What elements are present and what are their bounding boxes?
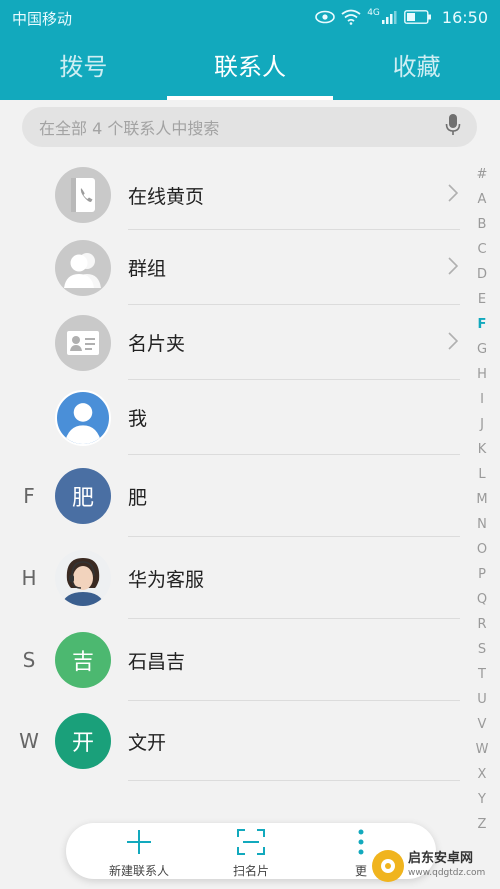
- index-letter[interactable]: R: [477, 612, 486, 637]
- signal-icon: [381, 10, 398, 24]
- plus-icon: [127, 830, 151, 854]
- avatar-initial: 开: [71, 731, 94, 756]
- index-letter[interactable]: B: [478, 212, 487, 237]
- chevron-right-icon: [448, 331, 459, 354]
- index-letter[interactable]: I: [480, 387, 484, 412]
- carrier-label: 中国移动: [12, 10, 73, 28]
- yellow-pages-icon: [55, 167, 111, 223]
- divider: [128, 780, 460, 781]
- index-letter[interactable]: Z: [478, 812, 487, 837]
- section-letter: W: [19, 729, 39, 753]
- list-item-contact[interactable]: H 华为客服: [0, 537, 470, 619]
- tab-contacts[interactable]: 联系人: [166, 40, 334, 100]
- watermark: 启东安卓网 www.qdgtdz.com: [372, 848, 496, 884]
- index-letter[interactable]: H: [477, 362, 487, 387]
- new-contact-label: 新建联系人: [108, 864, 169, 878]
- avatar-initial: 吉: [71, 650, 94, 675]
- more-vert-icon: [358, 829, 364, 855]
- contact-avatar: 吉: [55, 632, 111, 688]
- contact-name: 在线黄页: [128, 185, 205, 208]
- group-icon: [55, 240, 111, 296]
- tab-bar: 拨号 联系人 收藏: [0, 40, 500, 100]
- index-letter[interactable]: C: [477, 237, 486, 262]
- index-letter[interactable]: S: [478, 637, 486, 662]
- chevron-right-icon: [448, 256, 459, 279]
- watermark-logo-icon: [372, 850, 404, 882]
- network-badge: 4G: [367, 8, 380, 18]
- chevron-right-icon: [448, 184, 459, 206]
- contact-name: 群组: [128, 258, 167, 280]
- contact-name: 文开: [128, 731, 167, 754]
- index-letter[interactable]: Q: [477, 587, 487, 612]
- avatar-initial: 肥: [71, 486, 94, 511]
- scan-card-button[interactable]: 扫名片: [206, 829, 296, 879]
- index-letter[interactable]: V: [478, 712, 487, 737]
- clock: 16:50: [441, 7, 488, 27]
- contact-name: 石昌吉: [128, 650, 186, 673]
- mic-icon[interactable]: [445, 113, 461, 141]
- index-letter[interactable]: M: [476, 487, 487, 512]
- new-contact-button[interactable]: 新建联系人: [94, 829, 184, 879]
- list-item-contact[interactable]: S 吉 石昌吉: [0, 619, 470, 701]
- index-letter[interactable]: L: [478, 462, 485, 487]
- index-letter[interactable]: X: [478, 762, 487, 787]
- wifi-icon: [341, 9, 361, 25]
- index-letter[interactable]: Y: [478, 787, 486, 812]
- agent-photo-icon: [55, 550, 111, 606]
- business-card-icon: [55, 315, 111, 371]
- contact-name: 名片夹: [128, 333, 186, 355]
- index-letter[interactable]: T: [478, 662, 486, 687]
- index-letter[interactable]: A: [478, 187, 487, 212]
- eye-icon: [315, 10, 335, 24]
- app-header: 中国移动 4G 16:50 拨号 联系人 收藏: [0, 0, 500, 100]
- list-item-contact[interactable]: F 肥 肥: [0, 455, 470, 537]
- search-bar[interactable]: 在全部 4 个联系人中搜索: [22, 107, 477, 147]
- index-letter[interactable]: P: [478, 562, 486, 587]
- watermark-url: www.qdgtdz.com: [408, 868, 486, 878]
- index-letter[interactable]: E: [478, 287, 486, 312]
- contact-avatar: 肥: [55, 468, 111, 524]
- watermark-title: 启东安卓网: [408, 851, 474, 866]
- profile-icon: [55, 390, 111, 446]
- index-letter[interactable]: J: [480, 412, 484, 437]
- contact-name: 我: [128, 408, 148, 430]
- contact-avatar: 开: [55, 713, 111, 769]
- status-icons: 4G 16:50: [315, 6, 488, 28]
- index-letter[interactable]: G: [477, 337, 487, 362]
- section-letter: H: [21, 566, 37, 590]
- alphabet-index[interactable]: # A B C D E F G H I J K L M N O P Q R S T U V W X Y Z: [474, 162, 490, 837]
- list-item-me[interactable]: 我: [0, 380, 470, 455]
- list-item-contact[interactable]: W 开 文开: [0, 701, 470, 781]
- index-letter[interactable]: N: [477, 512, 487, 537]
- scan-card-label: 扫名片: [232, 864, 269, 878]
- section-letter: F: [23, 484, 35, 508]
- list-item-groups[interactable]: 群组: [0, 230, 470, 305]
- contact-name: 肥: [128, 486, 148, 509]
- list-item-business-cards[interactable]: 名片夹: [0, 305, 470, 380]
- index-letter[interactable]: D: [477, 262, 487, 287]
- search-input[interactable]: 在全部 4 个联系人中搜索: [39, 115, 445, 139]
- battery-icon: [403, 10, 432, 24]
- index-letter[interactable]: F: [478, 312, 487, 337]
- index-letter[interactable]: W: [476, 737, 489, 762]
- status-bar: 中国移动 4G 16:50: [0, 0, 500, 34]
- watermark-text: 启东安卓网 www.qdgtdz.com: [408, 852, 485, 880]
- tab-favorites[interactable]: 收藏: [333, 40, 500, 100]
- scan-icon: [237, 829, 265, 855]
- contact-name: 华为客服: [128, 568, 205, 591]
- index-letter[interactable]: K: [478, 437, 487, 462]
- index-letter[interactable]: U: [477, 687, 487, 712]
- index-letter[interactable]: O: [477, 537, 487, 562]
- section-letter: S: [22, 648, 36, 672]
- index-letter[interactable]: #: [477, 162, 488, 187]
- list-item-yellow-pages[interactable]: 在线黄页: [0, 160, 470, 230]
- tab-dialer[interactable]: 拨号: [0, 40, 167, 100]
